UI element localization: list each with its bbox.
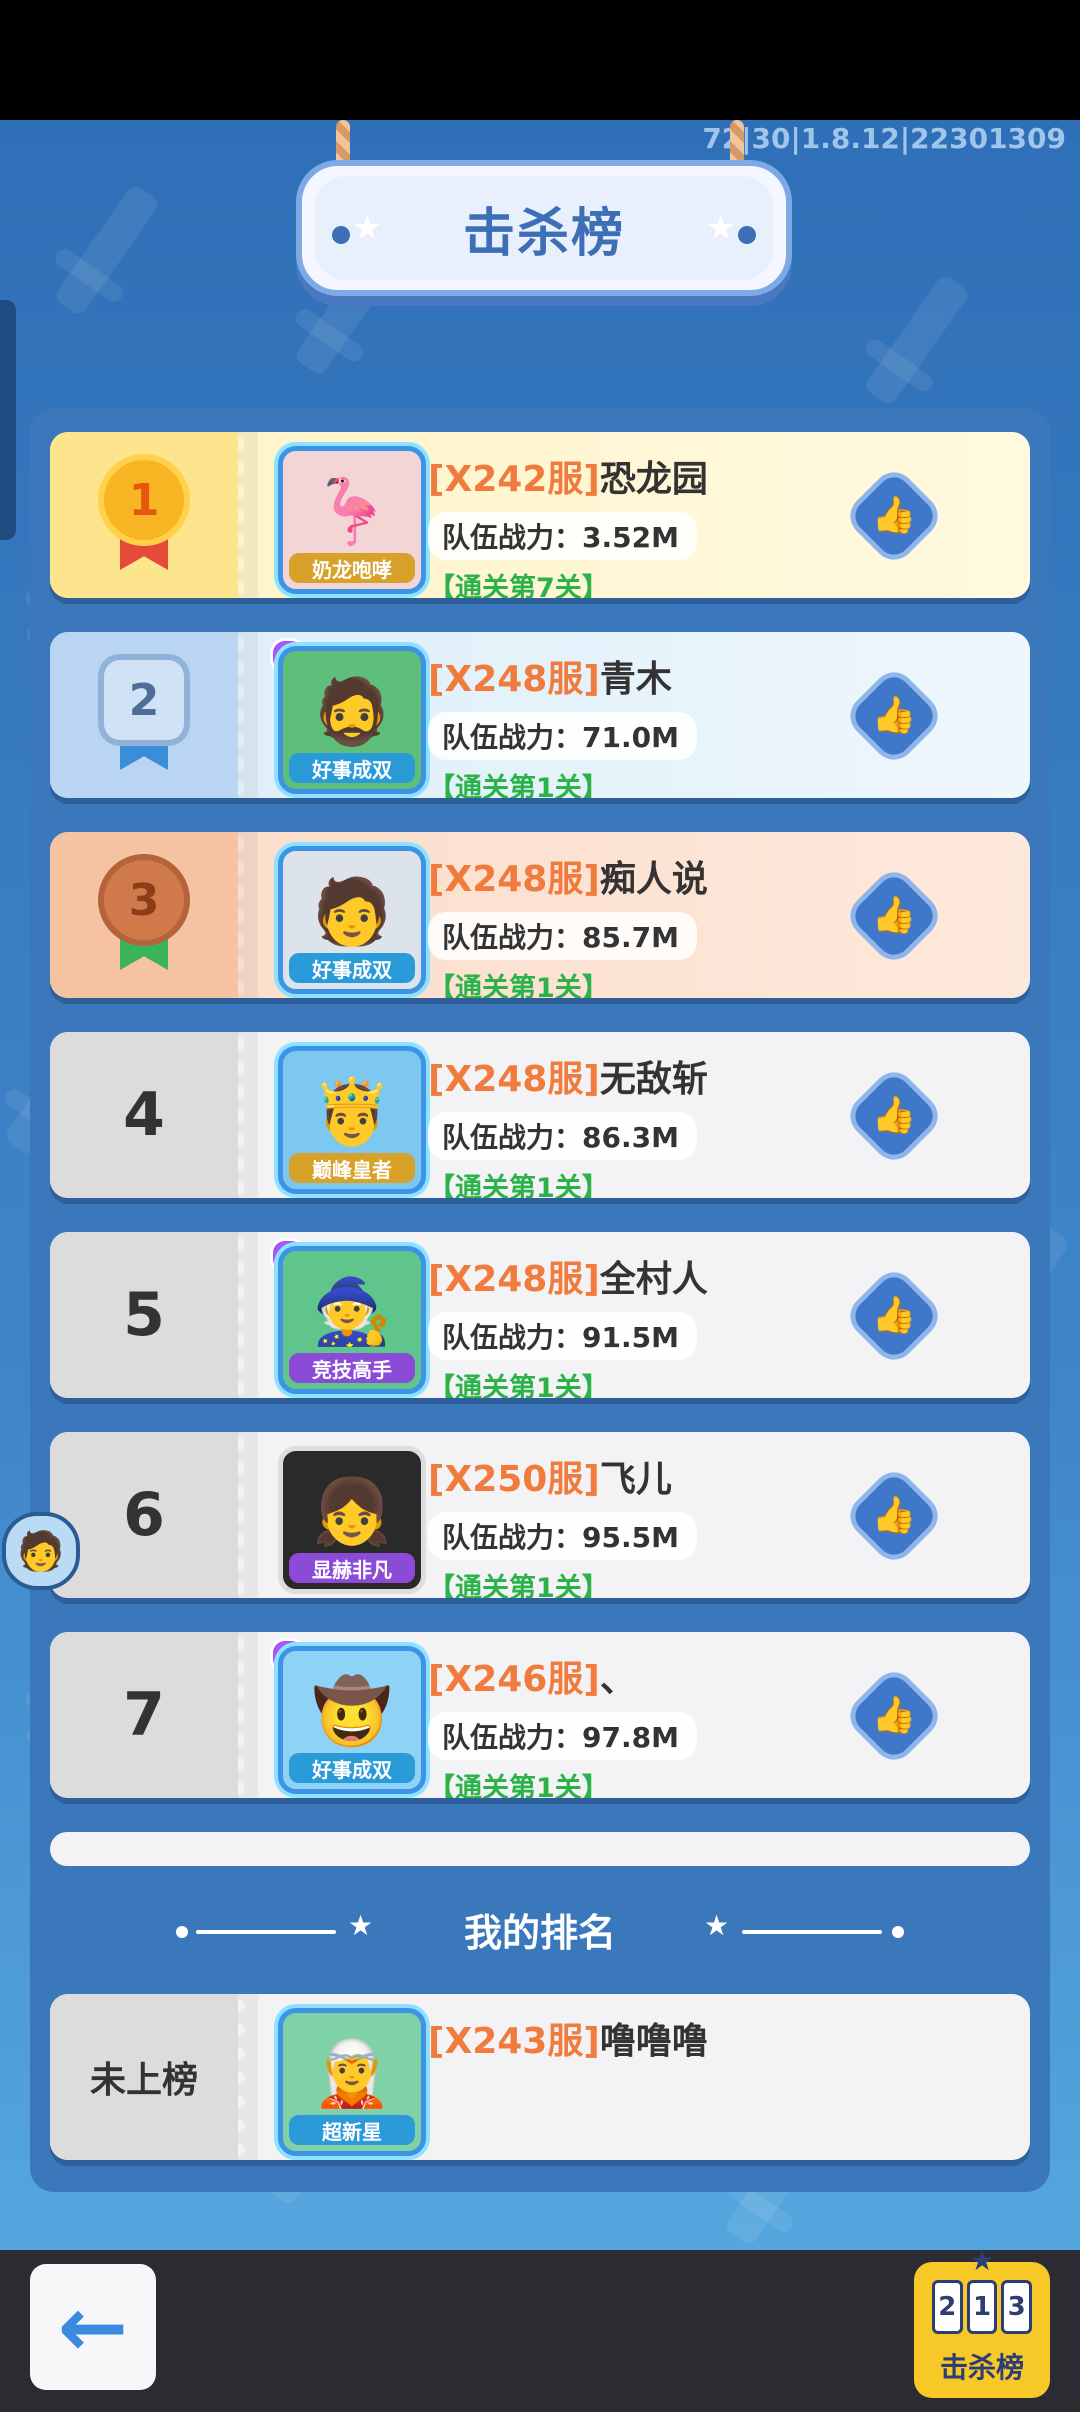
- silver-medal-icon: 2: [94, 660, 194, 770]
- team-power: 队伍战力：71.0M: [428, 712, 697, 760]
- rank-number: 6: [123, 1480, 165, 1550]
- ranking-row-6[interactable]: 6 👧 显赫非凡 [X250服]飞儿 队伍战力：95.5M 【通关第1关】 👍: [50, 1432, 1030, 1598]
- server-tag: [X250服]: [428, 1459, 600, 1500]
- title-badge: 好事成双: [289, 1753, 415, 1783]
- rank-number: 4: [123, 1080, 165, 1150]
- thumbs-up-icon: 👍: [871, 1495, 917, 1536]
- back-arrow-icon: ←: [57, 2278, 129, 2376]
- player-name: 痴人说: [599, 859, 708, 900]
- avatar[interactable]: 🧑 好事成双: [278, 846, 426, 994]
- ranking-list[interactable]: 1 🦩 奶龙咆哮 [X242服]恐龙园 队伍战力：3.52M 【通关第7关】 👍…: [0, 0, 1080, 1866]
- server-tag: [X248服]: [428, 659, 600, 700]
- team-power: 队伍战力：86.3M: [428, 1112, 697, 1160]
- back-button[interactable]: ←: [30, 2264, 156, 2390]
- avatar[interactable]: 🤴 巅峰皇者: [278, 1046, 426, 1194]
- player-name: 青木: [599, 659, 672, 700]
- stage-progress: 【通关第1关】: [428, 1373, 609, 1398]
- server-tag: [X242服]: [428, 459, 600, 500]
- title-badge: 巅峰皇者: [289, 1153, 415, 1183]
- title-badge: 显赫非凡: [289, 1553, 415, 1583]
- bottom-bar: ← ★ 2 1 3 击杀榜: [0, 2244, 1080, 2412]
- like-button[interactable]: 👍: [848, 670, 940, 762]
- thumbs-up-icon: 👍: [871, 1295, 917, 1336]
- server-tag: [X243服]: [428, 2021, 600, 2062]
- stage-progress: 【通关第1关】: [428, 773, 609, 798]
- like-button[interactable]: 👍: [848, 470, 940, 562]
- thumbs-up-icon: 👍: [871, 495, 917, 536]
- floating-avatar-icon[interactable]: 🧑: [2, 1512, 80, 1590]
- team-power: 队伍战力：85.7M: [428, 912, 697, 960]
- stage-progress: 【通关第1关】: [428, 1173, 609, 1198]
- ranking-row-3[interactable]: 3 🧑 好事成双 [X248服]痴人说 队伍战力：85.7M 【通关第1关】 👍: [50, 832, 1030, 998]
- like-button[interactable]: 👍: [848, 1270, 940, 1362]
- rank-number: 7: [123, 1680, 165, 1750]
- star-icon: ★: [704, 1909, 730, 1942]
- title-badge: 好事成双: [289, 753, 415, 783]
- stage-progress: 【通关第7关】: [428, 573, 609, 598]
- server-tag: [X248服]: [428, 1259, 600, 1300]
- ranking-row-partial: [50, 1832, 1030, 1866]
- stage-progress: 【通关第1关】: [428, 1573, 609, 1598]
- player-name: 恐龙园: [599, 459, 708, 500]
- server-tag: [X248服]: [428, 859, 600, 900]
- kill-ranking-label: 击杀榜: [939, 2351, 1024, 2384]
- server-tag: [X246服]: [428, 1659, 600, 1700]
- ranking-row-4[interactable]: 4 🤴 巅峰皇者 [X248服]无敌斩 队伍战力：86.3M 【通关第1关】 👍: [50, 1032, 1030, 1198]
- my-rank-status: 未上榜: [89, 2060, 198, 2101]
- ranking-row-7[interactable]: 7 🤠 好事成双 [X246服]、 队伍战力：97.8M 【通关第1关】 👍: [50, 1632, 1030, 1798]
- avatar[interactable]: 🧔 好事成双: [278, 646, 426, 794]
- avatar[interactable]: 🤠 好事成双: [278, 1646, 426, 1794]
- team-power: 队伍战力：97.8M: [428, 1712, 697, 1760]
- like-button[interactable]: 👍: [848, 1670, 940, 1762]
- thumbs-up-icon: 👍: [871, 895, 917, 936]
- team-power: 队伍战力：91.5M: [428, 1312, 697, 1360]
- avatar[interactable]: 🦩 奶龙咆哮: [278, 446, 426, 594]
- like-button[interactable]: 👍: [848, 1070, 940, 1162]
- player-name: 无敌斩: [599, 1059, 708, 1100]
- my-rank-title: 我的排名: [463, 1911, 616, 1955]
- player-name: 、: [599, 1659, 636, 1700]
- avatar[interactable]: 🧙 竞技高手: [278, 1246, 426, 1394]
- team-power: 队伍战力：95.5M: [428, 1512, 697, 1560]
- bronze-medal-icon: 3: [94, 860, 194, 970]
- player-name: 全村人: [599, 1259, 708, 1300]
- kill-ranking-button[interactable]: ★ 2 1 3 击杀榜: [914, 2244, 1050, 2398]
- ranking-row-2[interactable]: 2 🧔 好事成双 [X248服]青木 队伍战力：71.0M 【通关第1关】 👍: [50, 632, 1030, 798]
- gold-medal-icon: 1: [94, 460, 194, 570]
- podium-icon: 2 1 3: [932, 2280, 1033, 2334]
- player-name: 飞儿: [599, 1459, 672, 1500]
- server-tag: [X248服]: [428, 1059, 600, 1100]
- like-button[interactable]: 👍: [848, 1470, 940, 1562]
- stage-progress: 【通关第1关】: [428, 1773, 609, 1798]
- stage-progress: 【通关第1关】: [428, 973, 609, 998]
- title-badge: 奶龙咆哮: [289, 553, 415, 583]
- thumbs-up-icon: 👍: [871, 1695, 917, 1736]
- thumbs-up-icon: 👍: [871, 695, 917, 736]
- star-icon: ★: [969, 2244, 995, 2277]
- ranking-row-1[interactable]: 1 🦩 奶龙咆哮 [X242服]恐龙园 队伍战力：3.52M 【通关第7关】 👍: [50, 432, 1030, 598]
- team-power: 队伍战力：3.52M: [428, 512, 697, 560]
- title-badge: 竞技高手: [289, 1353, 415, 1383]
- title-badge: 好事成双: [289, 953, 415, 983]
- like-button[interactable]: 👍: [848, 870, 940, 962]
- my-avatar[interactable]: 🧝 超新星: [278, 2008, 426, 2156]
- rank-number: 5: [123, 1280, 165, 1350]
- title-badge: 超新星: [289, 2115, 415, 2145]
- ranking-row-5[interactable]: 5 🧙 竞技高手 [X248服]全村人 队伍战力：91.5M 【通关第1关】 👍: [50, 1232, 1030, 1398]
- thumbs-up-icon: 👍: [871, 1095, 917, 1136]
- avatar[interactable]: 👧 显赫非凡: [278, 1446, 426, 1594]
- player-name: 噜噜噜: [599, 2021, 708, 2062]
- my-rank-row[interactable]: 未上榜 🧝 超新星 [X243服]噜噜噜: [50, 1994, 1030, 2160]
